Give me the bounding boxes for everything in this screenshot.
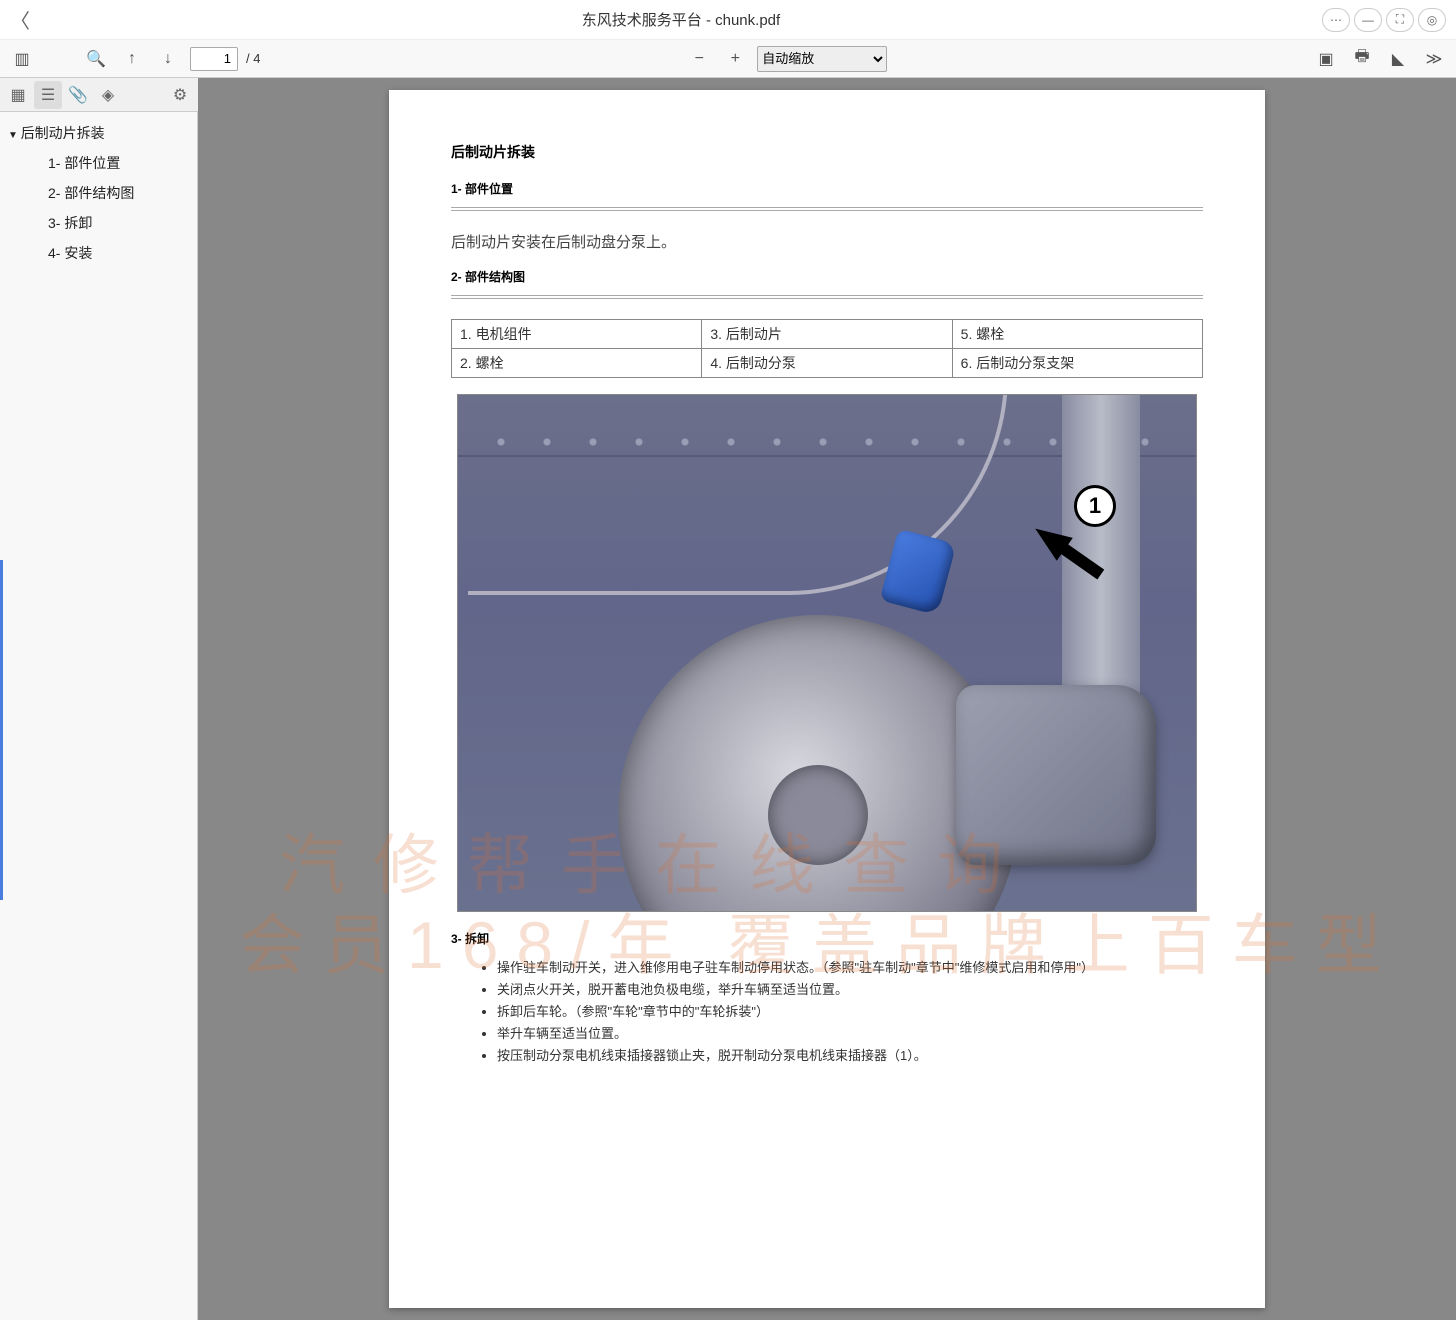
section-title: 2- 部件结构图 [451,268,1203,285]
present-button[interactable]: ▣ [1312,45,1340,73]
callout-bubble: 1 [1074,485,1116,527]
table-cell: 6. 后制动分泵支架 [952,349,1202,378]
pdf-viewer[interactable]: 后制动片拆装 1- 部件位置 后制动片安装在后制动盘分泵上。 2- 部件结构图 … [198,78,1456,1320]
outline-item[interactable]: 1- 部件位置 [0,148,197,178]
list-item: 拆卸后车轮。（参照"车轮"章节中的"车轮拆装"） [497,1001,1203,1023]
table-cell: 4. 后制动分泵 [702,349,952,378]
back-button[interactable]: 〈 [0,5,40,34]
sidebar: ▦ ☰ 📎 ◈ ⚙ 后制动片拆装 1- 部件位置 2- 部件结构图 3- 拆卸 … [0,78,198,1320]
outline-item[interactable]: 2- 部件结构图 [0,178,197,208]
list-item: 举升车辆至适当位置。 [497,1023,1203,1045]
figure-brake-assembly: 1 [457,394,1197,912]
outline-panel: 后制动片拆装 1- 部件位置 2- 部件结构图 3- 拆卸 4- 安装 [0,112,197,1320]
bookmark-button[interactable]: ◣ [1384,45,1412,73]
prev-page-button[interactable]: ↑ [118,45,146,73]
sidebar-settings-button[interactable]: ⚙ [166,81,194,109]
print-button[interactable]: 🖶 [1348,45,1376,73]
outline-item[interactable]: 3- 拆卸 [0,208,197,238]
divider [451,207,1203,211]
pdf-page: 后制动片拆装 1- 部件位置 后制动片安装在后制动盘分泵上。 2- 部件结构图 … [389,90,1265,1308]
zoom-out-button[interactable]: − [685,45,713,73]
table-row: 1. 电机组件 3. 后制动片 5. 螺栓 [452,320,1203,349]
list-item: 关闭点火开关，脱开蓄电池负极电缆，举升车辆至适当位置。 [497,979,1203,1001]
outline-tab[interactable]: ☰ [34,81,62,109]
window-controls: ⋯ — ⛶ ◎ [1322,8,1456,32]
divider [451,295,1203,299]
title-bar: 〈 东风技术服务平台 - chunk.pdf ⋯ — ⛶ ◎ [0,0,1456,40]
main-area: ▦ ☰ 📎 ◈ ⚙ 后制动片拆装 1- 部件位置 2- 部件结构图 3- 拆卸 … [0,78,1456,1320]
next-page-button[interactable]: ↓ [154,45,182,73]
window-title: 东风技术服务平台 - chunk.pdf [40,9,1322,30]
table-cell: 2. 螺栓 [452,349,702,378]
list-item: 操作驻车制动开关，进入维修用电子驻车制动停用状态。（参照"驻车制动"章节中"维修… [497,957,1203,979]
maximize-button[interactable]: ⛶ [1386,8,1414,32]
list-item: 按压制动分泵电机线束插接器锁止夹，脱开制动分泵电机线束插接器（1）。 [497,1045,1203,1067]
search-button[interactable]: 🔍 [82,45,110,73]
table-cell: 3. 后制动片 [702,320,952,349]
brake-caliper [956,685,1156,865]
minimize-button[interactable]: — [1354,8,1382,32]
overflow-button[interactable]: ≫ [1420,45,1448,73]
page-total-label: / 4 [246,51,260,66]
more-button[interactable]: ⋯ [1322,8,1350,32]
thumbnails-tab[interactable]: ▦ [4,81,32,109]
attachments-tab[interactable]: 📎 [64,81,92,109]
toolbar: ▥ 🔍 ↑ ↓ / 4 − + 自动缩放 ▣ 🖶 ◣ ≫ [0,40,1456,78]
zoom-in-button[interactable]: + [721,45,749,73]
procedure-list: 操作驻车制动开关，进入维修用电子驻车制动停用状态。（参照"驻车制动"章节中"维修… [451,957,1203,1067]
accent-strip [0,560,3,900]
table-cell: 1. 电机组件 [452,320,702,349]
layers-tab[interactable]: ◈ [94,81,122,109]
outline-root[interactable]: 后制动片拆装 [0,118,197,148]
zoom-select[interactable]: 自动缩放 [757,46,887,72]
section-title: 3- 拆卸 [451,930,1203,947]
sidebar-tabs: ▦ ☰ 📎 ◈ ⚙ [0,78,198,112]
body-text: 后制动片安装在后制动盘分泵上。 [451,231,1203,252]
page-number-input[interactable] [190,47,238,71]
table-row: 2. 螺栓 4. 后制动分泵 6. 后制动分泵支架 [452,349,1203,378]
strut [1062,395,1140,695]
target-button[interactable]: ◎ [1418,8,1446,32]
doc-title: 后制动片拆装 [451,142,1203,162]
table-cell: 5. 螺栓 [952,320,1202,349]
section-title: 1- 部件位置 [451,180,1203,197]
parts-table: 1. 电机组件 3. 后制动片 5. 螺栓 2. 螺栓 4. 后制动分泵 6. … [451,319,1203,378]
sidebar-toggle-button[interactable]: ▥ [8,45,36,73]
outline-item[interactable]: 4- 安装 [0,238,197,268]
